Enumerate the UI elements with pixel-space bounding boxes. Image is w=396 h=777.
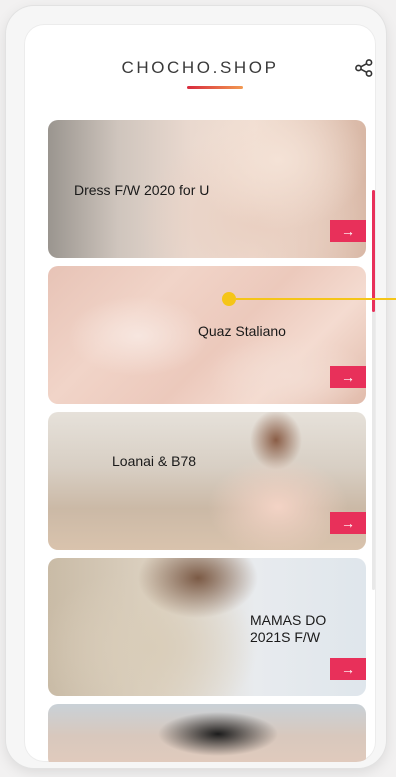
- card-partial[interactable]: [48, 704, 366, 762]
- card-arrow-button[interactable]: →: [330, 658, 366, 680]
- card-title-line-2: 2021S F/W: [250, 629, 321, 645]
- card-mamas-do[interactable]: MAMAS DO 2021S F/W →: [48, 558, 366, 696]
- card-title-line-1: MAMAS DO: [250, 612, 327, 628]
- card-dress-fw-2020[interactable]: Dress F/W 2020 for U →: [48, 120, 366, 258]
- touch-pointer-dot: [222, 292, 236, 306]
- share-button[interactable]: [354, 58, 374, 78]
- card-arrow-button[interactable]: →: [330, 220, 366, 242]
- card-title: Quaz Staliano: [198, 323, 286, 339]
- brand-underline: [187, 86, 243, 89]
- card-title: Dress F/W 2020 for U: [74, 182, 210, 198]
- header: CHOCHO.SHOP: [24, 24, 376, 116]
- card-photo: [48, 704, 366, 762]
- brand-title: CHOCHO.SHOP: [121, 58, 279, 77]
- touch-pointer-line: [236, 298, 396, 300]
- arrow-right-icon: →: [341, 369, 355, 385]
- phone-frame: CHOCHO.SHOP Dress F/W 2020 for U → Quaz …: [6, 6, 386, 768]
- card-quaz-staliano[interactable]: Quaz Staliano →: [48, 266, 366, 404]
- app-screen: CHOCHO.SHOP Dress F/W 2020 for U → Quaz …: [24, 24, 376, 762]
- arrow-right-icon: →: [341, 661, 355, 677]
- card-loanai-b78[interactable]: Loanai & B78 →: [48, 412, 366, 550]
- arrow-right-icon: →: [341, 515, 355, 531]
- share-icon: [355, 59, 373, 77]
- arrow-right-icon: →: [341, 223, 355, 239]
- card-title: Loanai & B78: [112, 453, 197, 469]
- card-title: MAMAS DO 2021S F/W: [250, 612, 326, 646]
- scrollbar-thumb[interactable]: [372, 190, 375, 312]
- card-photo: [48, 412, 366, 550]
- card-arrow-button[interactable]: →: [330, 366, 366, 388]
- card-arrow-button[interactable]: →: [330, 512, 366, 534]
